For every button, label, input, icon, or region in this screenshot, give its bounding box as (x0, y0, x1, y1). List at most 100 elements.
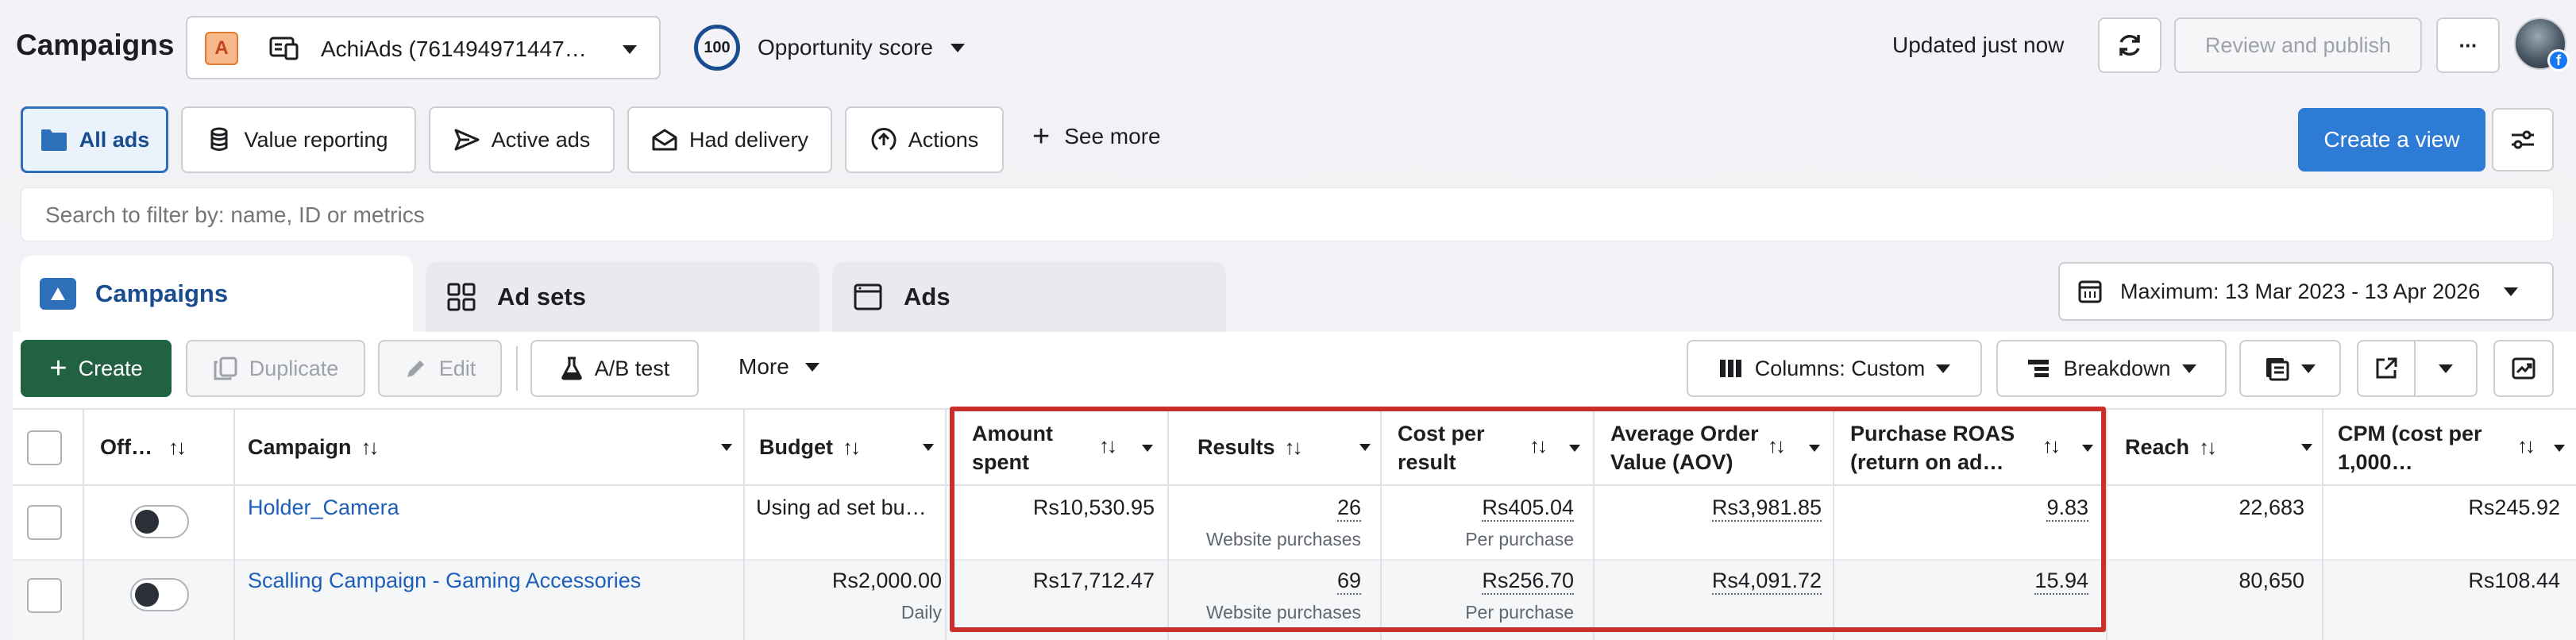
view-label: Actions (908, 127, 979, 152)
create-button[interactable]: + Create (21, 340, 172, 397)
refresh-icon (2119, 34, 2140, 56)
columns-dropdown[interactable]: Columns: Custom (1687, 340, 1982, 397)
campaign-toggle[interactable] (130, 505, 189, 538)
sort-icon: ↑↓ (2517, 434, 2536, 457)
ab-test-button[interactable]: A/B test (530, 340, 699, 397)
column-divider (743, 410, 745, 640)
column-divider (83, 410, 84, 640)
chevron-down-icon (721, 444, 732, 451)
calendar-icon (2078, 280, 2102, 303)
header-label: Reach (2125, 435, 2190, 459)
chevron-down-icon (2554, 445, 2565, 452)
highlight-box (950, 407, 2106, 632)
account-avatar: A (205, 32, 238, 65)
charts-button[interactable] (2493, 340, 2554, 397)
breakdown-label: Breakdown (2063, 356, 2171, 380)
toolbar-divider (516, 346, 518, 391)
search-bar[interactable] (21, 187, 2554, 241)
date-range-label: Maximum: 13 Mar 2023 - 13 Apr 2026 (2120, 279, 2481, 303)
chevron-down-icon (951, 43, 965, 52)
plus-icon: + (1032, 120, 1051, 153)
breakdown-dropdown[interactable]: Breakdown (1996, 340, 2227, 397)
more-options-button[interactable]: ··· (2436, 17, 2500, 73)
row-checkbox[interactable] (27, 578, 62, 613)
duplicate-label: Duplicate (249, 356, 339, 380)
header-campaign[interactable]: Campaign ↑↓ (248, 435, 732, 460)
view-actions[interactable]: Actions (845, 106, 1004, 173)
chevron-down-icon (2504, 287, 2519, 296)
reach-value: 80,650 (2239, 569, 2304, 592)
sliders-icon (2512, 130, 2534, 149)
column-divider (945, 410, 947, 640)
reach-value: 22,683 (2239, 495, 2304, 519)
header-budget[interactable]: Budget ↑↓ (759, 435, 934, 460)
view-label: Active ads (491, 127, 591, 152)
row-checkbox[interactable] (27, 505, 62, 540)
account-selector[interactable]: A AchiAds (761494971447… (186, 16, 661, 79)
export-button[interactable] (2357, 340, 2416, 397)
view-had-delivery[interactable]: Had delivery (627, 106, 832, 173)
facebook-badge-icon: f (2547, 49, 2570, 71)
refresh-button[interactable] (2098, 17, 2161, 73)
export-icon (2376, 357, 2397, 379)
sort-icon: ↑↓ (2199, 435, 2217, 459)
chevron-down-icon (804, 362, 819, 372)
chevron-down-icon (2439, 364, 2453, 373)
ab-test-label: A/B test (594, 356, 670, 380)
trend-chart-icon (2512, 357, 2536, 380)
header-label: Campaign (248, 435, 352, 459)
budget-value: Rs2,000.00 (831, 569, 942, 592)
reports-dropdown[interactable] (2239, 340, 2341, 397)
chevron-down-icon (2181, 364, 2196, 373)
view-all-ads[interactable]: All ads (21, 106, 168, 173)
opportunity-score[interactable]: 100 Opportunity score (694, 22, 965, 73)
opportunity-score-label: Opportunity score (758, 35, 933, 60)
edit-label: Edit (438, 356, 476, 380)
chevron-down-icon (623, 45, 637, 54)
grid-icon (447, 283, 476, 311)
header-cpm[interactable]: CPM (cost per 1,000… ↑↓ (2338, 419, 2568, 476)
header-label: Budget (759, 435, 833, 459)
review-publish-button[interactable]: Review and publish (2174, 17, 2422, 73)
folder-icon (40, 129, 67, 151)
column-divider (2322, 410, 2323, 640)
see-more-button[interactable]: + See more (1032, 120, 1161, 153)
opportunity-score-value: 100 (704, 38, 731, 56)
column-divider (2106, 410, 2107, 640)
flask-icon (561, 357, 582, 380)
view-active-ads[interactable]: Active ads (429, 106, 615, 173)
campaign-toggle[interactable] (130, 578, 189, 611)
select-all-checkbox[interactable] (27, 430, 62, 465)
tab-label: Ad sets (497, 283, 586, 310)
more-dropdown[interactable]: More (738, 354, 819, 380)
export-options-button[interactable] (2414, 340, 2478, 397)
column-divider (233, 410, 235, 640)
duplicate-button[interactable]: Duplicate (186, 340, 365, 397)
header-off-on[interactable]: Off… ↑↓ (100, 435, 187, 460)
cpm-value: Rs108.44 (2468, 569, 2560, 592)
more-icon: ··· (2458, 33, 2478, 57)
envelope-icon (652, 129, 677, 151)
view-value-reporting[interactable]: Value reporting (181, 106, 416, 173)
reports-icon (2266, 358, 2289, 381)
header-reach[interactable]: Reach ↑↓ (2125, 435, 2312, 460)
edit-button[interactable]: Edit (378, 340, 502, 397)
create-view-button[interactable]: Create a view (2298, 108, 2485, 172)
tab-ads[interactable]: Ads (832, 262, 1226, 332)
customize-views-button[interactable] (2492, 108, 2554, 172)
date-range-picker[interactable]: Maximum: 13 Mar 2023 - 13 Apr 2026 (2058, 262, 2554, 321)
more-label: More (738, 354, 789, 379)
campaign-name-link[interactable]: Holder_Camera (248, 495, 399, 520)
breakdown-icon (2028, 360, 2050, 377)
view-label: All ads (79, 127, 150, 152)
tab-ad-sets[interactable]: Ad sets (426, 262, 819, 332)
search-input[interactable] (45, 199, 2507, 231)
columns-label: Columns: Custom (1754, 356, 1926, 380)
opportunity-score-gauge: 100 (694, 25, 740, 71)
coins-icon (210, 127, 228, 151)
plus-icon: + (49, 352, 67, 385)
campaign-folder-icon (40, 278, 76, 310)
tab-campaigns[interactable]: Campaigns (21, 256, 413, 332)
avatar[interactable]: f (2514, 17, 2570, 71)
campaign-name-link[interactable]: Scalling Campaign - Gaming Accessories (248, 569, 641, 593)
